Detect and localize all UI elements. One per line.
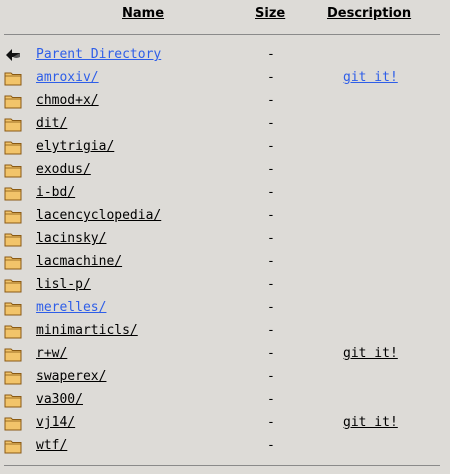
entry-size: - — [267, 231, 275, 246]
table-row: lacencyclopedia/ - — [0, 205, 450, 228]
entry-name-link[interactable]: vj14/ — [36, 415, 75, 430]
entry-name-link[interactable]: r+w/ — [36, 346, 67, 361]
entry-name-link[interactable]: Parent Directory — [36, 47, 161, 62]
folder-icon[interactable] — [4, 208, 22, 224]
entry-size: - — [267, 369, 275, 384]
folder-icon[interactable] — [4, 162, 22, 178]
table-row: r+w/ - git it! — [0, 343, 450, 366]
entry-size: - — [267, 323, 275, 338]
folder-icon[interactable] — [4, 415, 22, 431]
entry-size: - — [267, 300, 275, 315]
folder-icon[interactable] — [4, 392, 22, 408]
entry-size: - — [267, 415, 275, 430]
folder-icon[interactable] — [4, 70, 22, 86]
entry-name-link[interactable]: elytrigia/ — [36, 139, 114, 154]
table-row: swaperex/ - — [0, 366, 450, 389]
entry-name-link[interactable]: exodus/ — [36, 162, 91, 177]
entry-size: - — [267, 392, 275, 407]
entry-name-link[interactable]: lacinsky/ — [36, 231, 106, 246]
folder-icon[interactable] — [4, 277, 22, 293]
column-header-size[interactable]: Size — [255, 6, 285, 21]
folder-icon[interactable] — [4, 116, 22, 132]
entry-size: - — [267, 70, 275, 85]
table-row: Parent Directory - — [0, 44, 450, 67]
entry-name-link[interactable]: i-bd/ — [36, 185, 75, 200]
folder-icon[interactable] — [4, 254, 22, 270]
entry-description-link[interactable]: git it! — [343, 415, 398, 430]
table-row: dit/ - — [0, 113, 450, 136]
entry-name-link[interactable]: minimarticls/ — [36, 323, 138, 338]
table-row: chmod+x/ - — [0, 90, 450, 113]
entry-size: - — [267, 139, 275, 154]
entry-size: - — [267, 254, 275, 269]
folder-icon[interactable] — [4, 300, 22, 316]
entry-name-link[interactable]: swaperex/ — [36, 369, 106, 384]
folder-icon[interactable] — [4, 93, 22, 109]
table-row: vj14/ - git it! — [0, 412, 450, 435]
table-row: lacmachine/ - — [0, 251, 450, 274]
entry-name-link[interactable]: lacmachine/ — [36, 254, 122, 269]
table-row: merelles/ - — [0, 297, 450, 320]
entry-name-link[interactable]: merelles/ — [36, 300, 106, 315]
entry-description-link[interactable]: git it! — [343, 70, 398, 85]
table-row: amroxiv/ - git it! — [0, 67, 450, 90]
folder-icon[interactable] — [4, 346, 22, 362]
table-row: elytrigia/ - — [0, 136, 450, 159]
table-row: lacinsky/ - — [0, 228, 450, 251]
table-row: lisl-p/ - — [0, 274, 450, 297]
table-row: i-bd/ - — [0, 182, 450, 205]
table-row: va300/ - — [0, 389, 450, 412]
entry-size: - — [267, 47, 275, 62]
folder-icon[interactable] — [4, 323, 22, 339]
folder-icon[interactable] — [4, 369, 22, 385]
header-divider — [4, 34, 440, 35]
table-row: minimarticls/ - — [0, 320, 450, 343]
entry-size: - — [267, 208, 275, 223]
entry-size: - — [267, 346, 275, 361]
column-header-description[interactable]: Description — [327, 6, 411, 21]
footer-divider — [4, 465, 440, 466]
folder-icon[interactable] — [4, 185, 22, 201]
table-row: wtf/ - — [0, 435, 450, 458]
entry-name-link[interactable]: wtf/ — [36, 438, 67, 453]
entry-name-link[interactable]: lisl-p/ — [36, 277, 91, 292]
entry-name-link[interactable]: va300/ — [36, 392, 83, 407]
entry-size: - — [267, 93, 275, 108]
entry-size: - — [267, 185, 275, 200]
table-row: exodus/ - — [0, 159, 450, 182]
entry-name-link[interactable]: amroxiv/ — [36, 70, 99, 85]
folder-icon[interactable] — [4, 438, 22, 454]
column-header-name[interactable]: Name — [122, 6, 164, 21]
entry-description-link[interactable]: git it! — [343, 346, 398, 361]
entry-name-link[interactable]: dit/ — [36, 116, 67, 131]
entry-size: - — [267, 438, 275, 453]
entry-name-link[interactable]: chmod+x/ — [36, 93, 99, 108]
entry-size: - — [267, 116, 275, 131]
folder-icon[interactable] — [4, 231, 22, 247]
back-arrow-icon[interactable] — [4, 47, 22, 63]
entry-size: - — [267, 277, 275, 292]
folder-icon[interactable] — [4, 139, 22, 155]
entry-name-link[interactable]: lacencyclopedia/ — [36, 208, 161, 223]
entry-size: - — [267, 162, 275, 177]
directory-listing: Parent Directory - amroxiv/ - git it! chmod+x… — [0, 44, 450, 458]
